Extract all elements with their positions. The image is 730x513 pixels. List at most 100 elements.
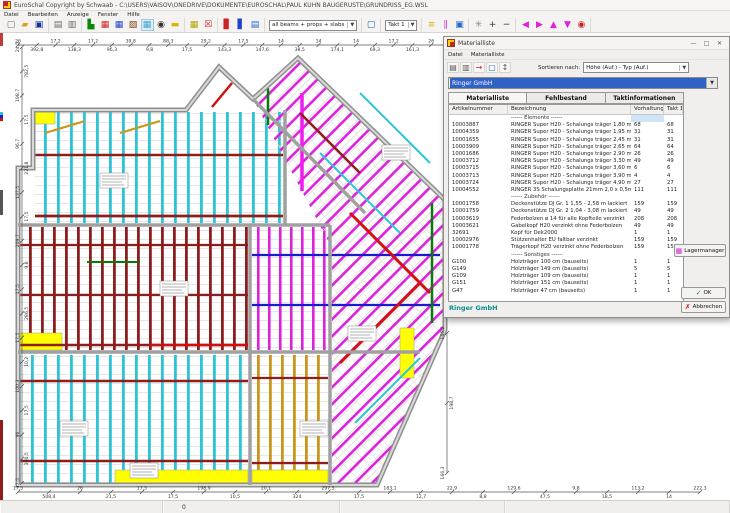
table-row[interactable]: 10001778Trägerkopf H20 verzinkt ohne Fed… xyxy=(449,244,683,251)
table-cell: 1 xyxy=(664,230,683,237)
close-icon[interactable]: ✕ xyxy=(713,38,726,48)
table-body[interactable]: ------ Elemente ------10003887RINGER Sup… xyxy=(449,115,683,295)
table-row[interactable]: 10003713RINGER Super H20 - Schalungs trä… xyxy=(449,173,683,180)
table-row[interactable]: 10001686RINGER Super H20 - Schalungs trä… xyxy=(449,151,683,158)
table-cell xyxy=(631,115,664,122)
table-row[interactable]: G149Holzträger 149 cm (bauseits)55 xyxy=(449,266,683,273)
pan-up-icon[interactable]: ▲ xyxy=(547,19,560,31)
separator-row[interactable]: ------ Zubehör ------ xyxy=(449,194,683,201)
pan-left-icon[interactable]: ◀ xyxy=(519,19,532,31)
separator-row[interactable]: ------ Sonstiges ------ xyxy=(449,252,683,259)
columns-icon[interactable]: ∥ xyxy=(439,19,452,31)
svg-text:17,2: 17,2 xyxy=(88,39,98,45)
sort-icon[interactable]: ↕ xyxy=(499,62,511,73)
pan-right-icon[interactable]: ▶ xyxy=(533,19,546,31)
table-row[interactable]: 10002976Stützenhalter EU faltbar verzink… xyxy=(449,237,683,244)
zoom-window-icon[interactable]: ◉ xyxy=(575,19,588,31)
table-row[interactable]: 10003724RINGER Super H20 - Schalungs trä… xyxy=(449,180,683,187)
tab-taktinformationen[interactable]: Taktinformationen xyxy=(606,92,684,104)
tab-materialliste[interactable]: Materialliste xyxy=(448,92,527,104)
lagermanager-button[interactable]: ▦ Lagermanager xyxy=(674,244,726,257)
pan-down-icon[interactable]: ▼ xyxy=(561,19,574,31)
print-icon[interactable]: ▤ xyxy=(52,19,65,31)
table-row[interactable]: 10003621Gabelkopf H20 verzinkt ohne Fede… xyxy=(449,223,683,230)
table-row[interactable]: 10004552RINGER 3S Schalungsplatte 21mm 2… xyxy=(449,187,683,194)
save-icon[interactable]: ▣ xyxy=(33,19,46,31)
ok-button[interactable]: ✓ OK xyxy=(681,287,726,299)
table-row[interactable]: 10001759Deckenstütze DJ Gr. 2 1,04 - 3,0… xyxy=(449,208,683,215)
table-row[interactable]: G151Holzträger 151 cm (bauseits)11 xyxy=(449,280,683,287)
window-icon[interactable]: ▣ xyxy=(453,19,466,31)
measure-icon[interactable]: ▬ xyxy=(169,19,182,31)
beam-filter-combo[interactable]: all beams + props + slabs▼ xyxy=(269,20,357,31)
table-row[interactable]: 10003887RINGER Super H20 - Schalungs trä… xyxy=(449,122,683,129)
table-row[interactable]: 10003619Federbolzen ø 14 für alle Kopfte… xyxy=(449,216,683,223)
layers-icon[interactable]: ≡ xyxy=(425,19,438,31)
chevron-down-icon[interactable]: ▼ xyxy=(408,22,415,28)
table-row[interactable]: 10001758Deckenstütze DJ Gr. 1 1,55 - 2,5… xyxy=(449,201,683,208)
table-header[interactable]: ArtikelnummerBezeichnungVorhaltungTakt 1 xyxy=(449,105,683,115)
zoom-icon[interactable]: ◉ xyxy=(155,19,168,31)
beams-icon[interactable]: ▨ xyxy=(127,19,140,31)
table-row[interactable]: 32691Kopf für Dek200011 xyxy=(449,230,683,237)
menu-item-datei[interactable]: Datei xyxy=(4,12,19,18)
new-file-icon[interactable]: ▢ xyxy=(5,19,18,31)
delete-list-icon[interactable]: ☒ xyxy=(202,19,215,31)
menu-item-fenster[interactable]: Fenster xyxy=(98,12,118,18)
table-row[interactable]: 10003712RINGER Super H20 - Schalungs trä… xyxy=(449,158,683,165)
material-table[interactable]: ArtikelnummerBezeichnungVorhaltungTakt 1… xyxy=(448,104,684,302)
export-icon[interactable]: → xyxy=(473,62,485,73)
takt-page-icon[interactable]: ▢ xyxy=(365,19,378,31)
supplier-combobox[interactable]: Ringer GmbH ▼ xyxy=(448,77,718,89)
table-cell xyxy=(631,252,664,259)
table-row[interactable]: 10004359RINGER Super H20 - Schalungs trä… xyxy=(449,129,683,136)
add-icon[interactable]: + xyxy=(486,19,499,31)
dialog-menu-item-materialliste[interactable]: Materialliste xyxy=(471,52,505,58)
svg-text:24,5: 24,5 xyxy=(15,42,21,52)
sort-combobox[interactable]: Höhe (Auf.) - Typ (Auf.) ▼ xyxy=(583,62,689,73)
dialog-menu-item-datei[interactable]: Datei xyxy=(448,52,463,58)
table-icon[interactable]: ▤ xyxy=(249,19,262,31)
column-header[interactable]: Artikelnummer xyxy=(449,105,508,114)
remove-icon[interactable]: − xyxy=(500,19,513,31)
chevron-down-icon[interactable]: ▼ xyxy=(347,22,354,28)
print-icon[interactable]: ▤ xyxy=(447,62,459,73)
walls-icon[interactable]: ▙ xyxy=(85,19,98,31)
column-header[interactable]: Bezeichnung xyxy=(508,105,631,114)
table-row[interactable]: 10001655RINGER Super H20 - Schalungs trä… xyxy=(449,137,683,144)
main-title-bar[interactable]: EuroSchal Copyright by Schwaab - C:\USER… xyxy=(0,0,730,11)
table-row[interactable]: G109Holzträger 109 cm (bauseits)11 xyxy=(449,273,683,280)
menu-item-bearbeiten[interactable]: Bearbeiten xyxy=(28,12,58,18)
open-folder-icon[interactable]: ▰ xyxy=(19,19,32,31)
material-list-icon[interactable]: ▦ xyxy=(188,19,201,31)
dialog-title-bar[interactable]: Materialliste — □ ✕ xyxy=(444,37,729,50)
menu-item-anzeige[interactable]: Anzeige xyxy=(67,12,89,18)
minimize-icon[interactable]: — xyxy=(687,38,700,48)
tab-fehlbestand[interactable]: Fehlbestand xyxy=(527,92,605,104)
menu-item-hilfe[interactable]: Hilfe xyxy=(127,12,140,18)
print-preview-icon[interactable]: ▥ xyxy=(66,19,79,31)
chevron-down-icon[interactable]: ▼ xyxy=(679,65,686,71)
table-cell: Deckenstütze DJ Gr. 2 1,04 - 3,08 m lack… xyxy=(508,208,631,215)
table-row[interactable]: 10003715RINGER Super H20 - Schalungs trä… xyxy=(449,165,683,172)
table-row[interactable]: G47Holzträger 47 cm (bauseits)11 xyxy=(449,288,683,295)
maximize-icon[interactable]: □ xyxy=(700,38,713,48)
refresh-icon[interactable]: ✳ xyxy=(472,19,485,31)
cancel-button[interactable]: ✗ Abbrechen xyxy=(681,301,726,313)
stats-red-icon[interactable]: ▊ xyxy=(221,19,234,31)
table-cell: 4 xyxy=(631,173,664,180)
grid-icon[interactable]: ▦ xyxy=(141,19,154,31)
slab-icon[interactable]: ▦ xyxy=(113,19,126,31)
document-icon[interactable]: ▢ xyxy=(486,62,498,73)
print-list-icon[interactable]: ▥ xyxy=(460,62,472,73)
stats-blue-icon[interactable]: ▋ xyxy=(235,19,248,31)
table-row[interactable]: G100Holzträger 100 cm (bauseits)11 xyxy=(449,259,683,266)
chevron-down-icon[interactable]: ▼ xyxy=(706,78,717,88)
takt-combo[interactable]: Takt 1▼ xyxy=(385,20,417,31)
table-cell: 10003909 xyxy=(449,144,508,151)
table-row[interactable]: 10003909RINGER Super H20 - Schalungs trä… xyxy=(449,144,683,151)
column-header[interactable]: Takt 1 xyxy=(664,105,683,114)
separator-row[interactable]: ------ Elemente ------ xyxy=(449,115,683,122)
column-header[interactable]: Vorhaltung xyxy=(631,105,664,114)
formwork-icon[interactable]: ▦ xyxy=(99,19,112,31)
